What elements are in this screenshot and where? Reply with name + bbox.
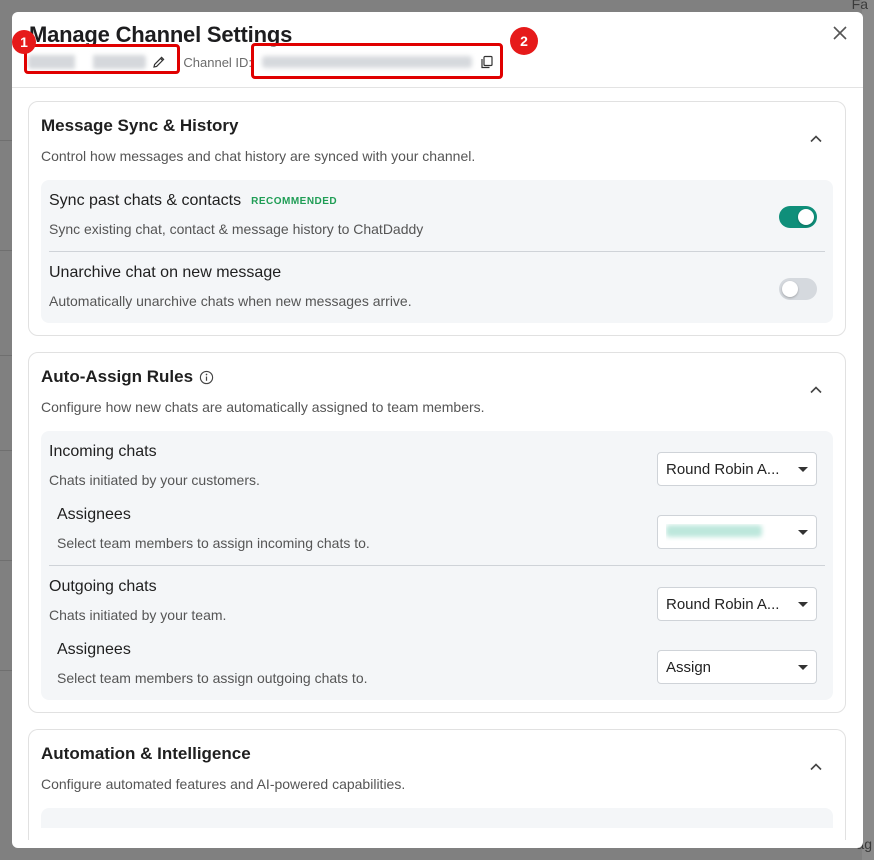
incoming-assign-method-select[interactable]: Round Robin A...: [657, 452, 817, 486]
background-right-strip: [862, 0, 874, 860]
outgoing-assignees-select[interactable]: Assign: [657, 650, 817, 684]
row-title: Unarchive chat on new message: [49, 264, 282, 281]
unarchive-row: Unarchive chat on new message Automatica…: [49, 251, 825, 323]
background-divider: [0, 670, 12, 671]
channel-id-label: Channel ID:: [183, 54, 253, 70]
toggle-knob: [782, 281, 798, 297]
info-icon[interactable]: [199, 370, 214, 385]
section-message-sync: Message Sync & History Control how messa…: [28, 101, 846, 336]
row-description: Automatically unarchive chats when new m…: [49, 293, 412, 309]
section-title-wrap: Auto-Assign Rules: [41, 367, 833, 387]
select-value-redacted: [666, 524, 792, 541]
section-title: Auto-Assign Rules: [41, 367, 194, 386]
background-divider: [0, 355, 12, 356]
incoming-assignees-select[interactable]: [657, 515, 817, 549]
background-divider: [0, 250, 12, 251]
caret-down-icon: [798, 664, 808, 670]
background-divider: [0, 140, 12, 141]
outgoing-chats-row: Outgoing chats Chats initiated by your t…: [49, 565, 825, 637]
chevron-up-icon[interactable]: [809, 132, 823, 146]
select-value: Round Robin A...: [666, 460, 780, 478]
row-title: Sync past chats & contacts: [49, 192, 242, 209]
chevron-up-icon[interactable]: [809, 760, 823, 774]
modal-body: Message Sync & History Control how messa…: [12, 89, 863, 848]
sync-past-chats-toggle[interactable]: [779, 206, 817, 228]
section-description: Configure automated features and AI-powe…: [41, 776, 406, 792]
sync-past-chats-row: Sync past chats & contacts RECOMMENDED S…: [49, 180, 825, 251]
background-text: Fa: [851, 0, 868, 12]
section-title: Message Sync & History: [41, 116, 239, 135]
background-divider: [0, 450, 12, 451]
annotation-badge-1: 1: [12, 30, 36, 54]
outgoing-assign-method-select[interactable]: Round Robin A...: [657, 587, 817, 621]
row-description: Sync existing chat, contact & message hi…: [49, 221, 424, 237]
select-value: Assign: [666, 658, 712, 676]
row-title-wrap: Sync past chats & contacts RECOMMENDED: [49, 192, 825, 210]
section-title: Automation & Intelligence: [41, 744, 251, 763]
section-automation: Automation & Intelligence Configure auto…: [28, 729, 846, 840]
incoming-chats-row: Incoming chats Chats initiated by your c…: [49, 431, 825, 502]
annotation-badge-2: 2: [510, 27, 538, 55]
channel-settings-modal: Manage Channel Settings | Channel ID: Me…: [12, 12, 863, 848]
section-description: Configure how new chats are automaticall…: [41, 399, 485, 415]
recommended-badge: RECOMMENDED: [251, 195, 338, 207]
caret-down-icon: [798, 466, 808, 472]
toggle-knob: [798, 209, 814, 225]
select-value: Round Robin A...: [666, 595, 780, 613]
close-icon[interactable]: [831, 24, 849, 42]
automation-options-panel: [41, 808, 833, 828]
annotation-box-2: [251, 43, 503, 79]
outgoing-assignees-row: Assignees Select team members to assign …: [49, 637, 825, 700]
incoming-assignees-row: Assignees Select team members to assign …: [49, 502, 825, 565]
section-description: Control how messages and chat history ar…: [41, 148, 476, 164]
assign-options-panel: Incoming chats Chats initiated by your c…: [41, 431, 833, 700]
background-divider: [0, 560, 12, 561]
section-auto-assign: Auto-Assign Rules Configure how new chat…: [28, 352, 846, 713]
caret-down-icon: [798, 529, 808, 535]
chevron-up-icon[interactable]: [809, 383, 823, 397]
caret-down-icon: [798, 601, 808, 607]
sync-options-panel: Sync past chats & contacts RECOMMENDED S…: [41, 180, 833, 323]
unarchive-toggle[interactable]: [779, 278, 817, 300]
annotation-box-1: [24, 44, 180, 74]
